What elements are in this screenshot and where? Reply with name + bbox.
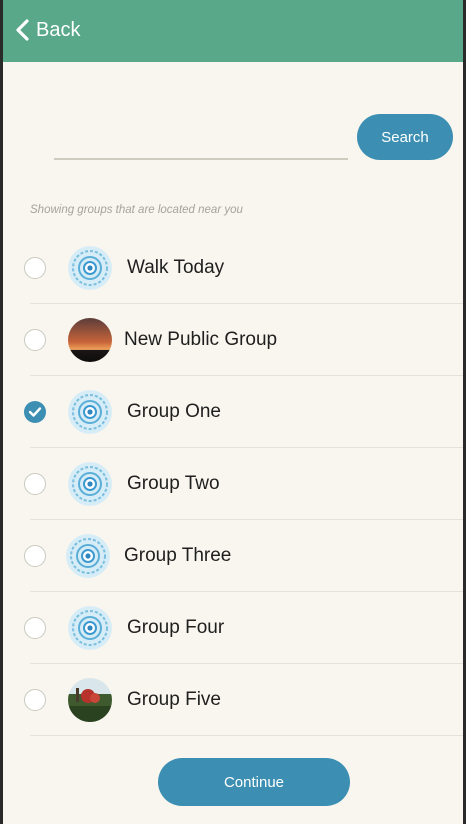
group-name: New Public Group [124,329,278,350]
mandala-icon [66,534,110,578]
checkmark-icon [28,407,42,417]
search-underline [54,158,348,160]
radio-button[interactable] [24,545,46,567]
divider [30,735,466,736]
location-hint: Showing groups that are located near you [30,204,243,216]
radio-button[interactable] [24,257,46,279]
radio-button[interactable] [24,329,46,351]
group-row[interactable]: Group Four [0,592,466,664]
group-row[interactable]: Group One [0,376,466,448]
top-bar: Back [0,0,466,62]
group-list: Walk Today New Public Group Group One Gr… [0,232,466,736]
group-row[interactable]: Group Five [0,664,466,736]
back-button[interactable]: Back [14,14,80,46]
radio-button[interactable] [24,617,46,639]
continue-button[interactable]: Continue [158,758,350,806]
group-row[interactable]: Walk Today [0,232,466,304]
group-name: Group Four [127,617,225,638]
radio-button-checked[interactable] [24,401,46,423]
search-input[interactable] [54,124,350,158]
group-name: Group Five [127,689,221,710]
radio-button[interactable] [24,473,46,495]
group-row[interactable]: Group Two [0,448,466,520]
chevron-left-icon [16,19,29,41]
group-name: Group Two [127,473,220,494]
mandala-icon [68,606,112,650]
radio-button[interactable] [24,689,46,711]
mandala-icon [68,462,112,506]
field-photo [68,678,112,722]
group-name: Group Three [124,545,232,566]
search-button[interactable]: Search [357,114,453,160]
group-name: Walk Today [127,257,225,278]
back-label: Back [36,18,81,41]
group-name: Group One [127,401,221,422]
group-row[interactable]: Group Three [0,520,466,592]
mandala-icon [68,246,112,290]
sunset-photo [68,318,112,362]
mandala-icon [68,390,112,434]
group-row[interactable]: New Public Group [0,304,466,376]
